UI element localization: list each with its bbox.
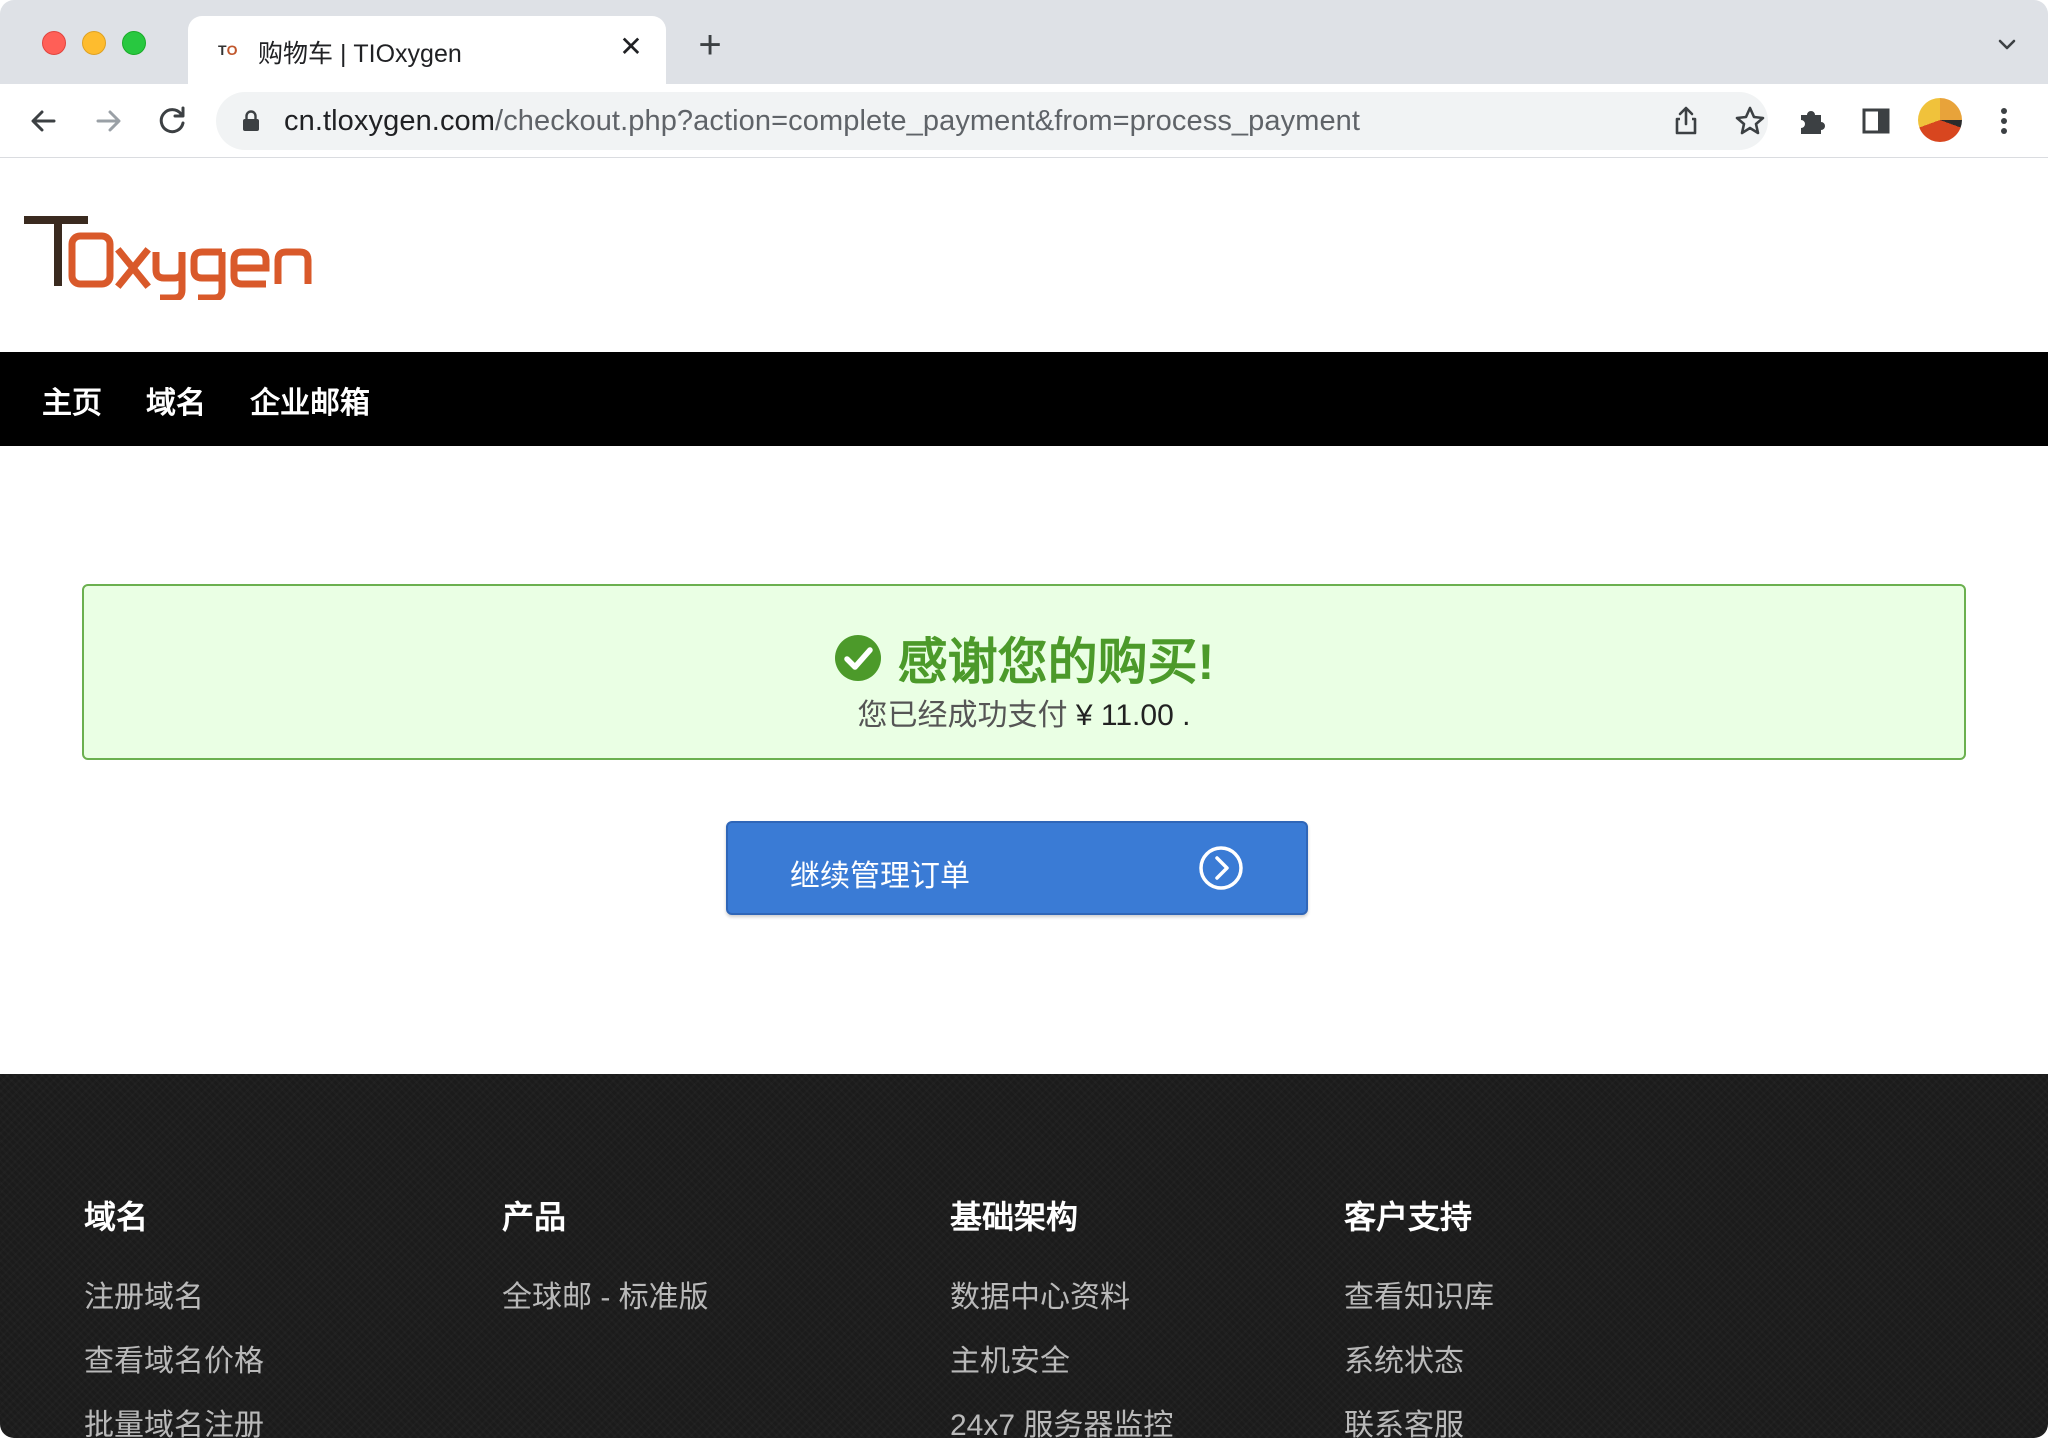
side-panel-icon[interactable] <box>1856 101 1896 141</box>
tab-bar: TO 购物车 | TIOxygen ✕ + <box>0 0 2048 84</box>
footer-heading: 产品 <box>502 1199 567 1235</box>
footer-link[interactable]: 24x7 服务器监控 <box>950 1400 1173 1438</box>
puzzle-icon[interactable] <box>1792 101 1832 141</box>
footer-link[interactable]: 联系客服 <box>1344 1400 1464 1438</box>
minimize-window-button[interactable] <box>82 31 106 55</box>
footer-link[interactable]: 系统状态 <box>1344 1336 1464 1380</box>
tab-close-button[interactable]: ✕ <box>614 30 648 64</box>
footer-heading: 客户支持 <box>1344 1199 1473 1235</box>
footer-link[interactable]: 批量域名注册 <box>84 1400 264 1438</box>
browser-tab-active[interactable]: TO 购物车 | TIOxygen ✕ <box>188 16 666 84</box>
footer-link[interactable]: 查看域名价格 <box>84 1336 264 1380</box>
arrow-left-icon[interactable] <box>24 101 64 141</box>
main-nav: 主页 域名 企业邮箱 <box>0 352 2048 446</box>
new-tab-button[interactable]: + <box>690 25 730 66</box>
payment-summary: 您已经成功支付 ¥ 11.00 . <box>84 690 1964 734</box>
footer-heading: 域名 <box>84 1199 149 1235</box>
continue-manage-order-button[interactable]: 继续管理订单 <box>726 821 1308 915</box>
alert-title: 感谢您的购买! <box>897 634 1215 690</box>
check-circle-icon <box>834 635 881 681</box>
site-favicon-icon: TO <box>218 42 238 58</box>
footer-link[interactable]: 数据中心资料 <box>950 1272 1130 1316</box>
profile-avatar[interactable] <box>1918 98 1962 142</box>
lock-icon[interactable] <box>242 110 260 132</box>
close-window-button[interactable] <box>42 31 66 55</box>
footer-link[interactable]: 主机安全 <box>950 1336 1070 1380</box>
site-footer: 域名 注册域名 查看域名价格 批量域名注册 产品 全球邮 - 标准版 基础架构 … <box>0 1074 2048 1438</box>
footer-heading: 基础架构 <box>950 1199 1079 1235</box>
alert-heading: 感谢您的购买! <box>84 622 1964 694</box>
payment-summary-text: 您已经成功支付 <box>857 699 1068 732</box>
arrow-right-icon[interactable] <box>88 101 128 141</box>
address-bar[interactable]: cn.tloxygen.com/checkout.php?action=comp… <box>216 92 1768 150</box>
reload-icon[interactable] <box>152 101 192 141</box>
footer-link[interactable]: 注册域名 <box>84 1272 204 1316</box>
kebab-menu-icon[interactable] <box>1984 101 2024 141</box>
browser-window: TO 购物车 | TIOxygen ✕ + cn.tloxygen.com/ch… <box>0 0 2048 1438</box>
url-text[interactable]: cn.tloxygen.com/checkout.php?action=comp… <box>284 105 1360 138</box>
nav-item-domains[interactable]: 域名 <box>146 378 206 422</box>
payment-success-alert: 感谢您的购买! 您已经成功支付 ¥ 11.00 . <box>82 584 1966 760</box>
payment-summary-suffix: . <box>1173 699 1191 732</box>
browser-toolbar: cn.tloxygen.com/checkout.php?action=comp… <box>0 84 2048 158</box>
nav-item-home[interactable]: 主页 <box>42 378 102 422</box>
footer-link[interactable]: 查看知识库 <box>1344 1272 1494 1316</box>
tab-title: 购物车 | TIOxygen <box>258 40 462 68</box>
page-content: 主页 域名 企业邮箱 感谢您的购买! 您已经成功支付 ¥ 11.00 . 继续管… <box>0 158 2048 1438</box>
tab-search-chevron-icon[interactable] <box>1996 34 2018 56</box>
payment-amount: ¥ 11.00 <box>1075 699 1174 732</box>
maximize-window-button[interactable] <box>122 31 146 55</box>
footer-link[interactable]: 全球邮 - 标准版 <box>502 1272 709 1316</box>
chevron-circle-right-icon <box>1199 846 1243 890</box>
site-logo[interactable] <box>22 210 342 300</box>
share-icon[interactable] <box>1666 101 1706 141</box>
continue-button-label: 继续管理订单 <box>790 860 970 893</box>
star-icon[interactable] <box>1730 101 1770 141</box>
nav-item-enterprise-mail[interactable]: 企业邮箱 <box>250 378 370 422</box>
